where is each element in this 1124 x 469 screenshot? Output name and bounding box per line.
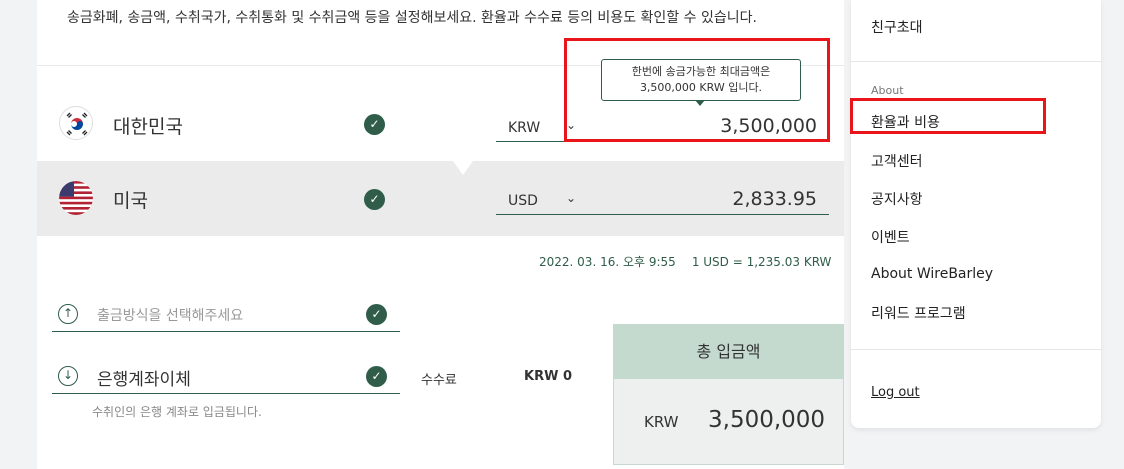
menu-item-events[interactable]: 이벤트 xyxy=(871,227,910,247)
rate-text: 1 USD = 1,235.03 KRW xyxy=(691,255,832,269)
total-amount: 3,500,000 xyxy=(708,407,826,433)
check-icon: ✓ xyxy=(364,114,385,135)
menu-item-reward-program[interactable]: 리워드 프로그램 xyxy=(871,303,966,323)
arrow-down-circle-icon: ↓ xyxy=(58,366,78,386)
intro-description: 송금화폐, 송금액, 수취국가, 수취통화 및 수취금액 등을 설정해보세요. … xyxy=(67,10,757,26)
total-currency: KRW xyxy=(644,413,679,431)
menu-item-notices[interactable]: 공지사항 xyxy=(871,189,923,209)
menu-item-customer-center[interactable]: 고객센터 xyxy=(871,151,923,171)
exchange-rate-info: 2022. 03. 16. 오후 9:55 1 USD = 1,235.03 KR… xyxy=(539,253,831,270)
usa-flag-icon xyxy=(59,181,93,215)
receive-row: 미국 ✓ USD ⌄ 2,833.95 xyxy=(37,161,844,236)
check-icon: ✓ xyxy=(364,189,385,210)
highlight-box-menu xyxy=(850,98,1046,134)
send-currency-select[interactable]: KRW xyxy=(508,120,540,136)
receive-amount-field[interactable]: USD ⌄ 2,833.95 xyxy=(496,185,829,215)
logout-link[interactable]: Log out xyxy=(871,385,920,400)
receive-country-name[interactable]: 미국 xyxy=(113,186,148,213)
send-country-name[interactable]: 대한민국 xyxy=(113,112,183,139)
arrow-up-circle-icon: ↑ xyxy=(58,304,78,324)
fee-label: 수수료 xyxy=(421,373,457,388)
receive-amount-input[interactable]: 2,833.95 xyxy=(732,188,817,210)
user-menu-dropdown: 친구초대 About 환율과 비용 고객센터 공지사항 이벤트 About Wi… xyxy=(851,0,1101,428)
menu-item-about-wirebarley[interactable]: About WireBarley xyxy=(871,266,993,282)
deposit-method-note: 수취인의 은행 계좌로 입금됩니다. xyxy=(92,405,262,419)
total-title: 총 입금액 xyxy=(614,325,843,379)
deposit-method-select[interactable]: ↓ 은행계좌이체 ✓ xyxy=(52,362,400,394)
fee-value: KRW 0 xyxy=(524,369,572,384)
menu-divider xyxy=(851,61,1101,62)
check-icon: ✓ xyxy=(366,304,387,325)
menu-item-invite[interactable]: 친구초대 xyxy=(871,17,923,37)
highlight-box-amount xyxy=(564,38,830,142)
korea-flag-icon xyxy=(59,106,93,140)
menu-section-about: About xyxy=(871,84,904,97)
payout-method-select[interactable]: ↑ 출금방식을 선택해주세요 ✓ xyxy=(52,300,400,332)
chevron-down-icon[interactable]: ⌄ xyxy=(566,191,576,205)
check-icon: ✓ xyxy=(366,366,387,387)
receive-currency-select[interactable]: USD xyxy=(508,193,538,209)
rate-datetime: 2022. 03. 16. 오후 9:55 xyxy=(539,255,676,269)
menu-divider xyxy=(851,349,1101,350)
deposit-method-value: 은행계좌이체 xyxy=(97,370,191,390)
payout-method-placeholder: 출금방식을 선택해주세요 xyxy=(97,308,244,324)
total-deposit-box: 총 입금액 KRW 3,500,000 xyxy=(613,324,844,465)
